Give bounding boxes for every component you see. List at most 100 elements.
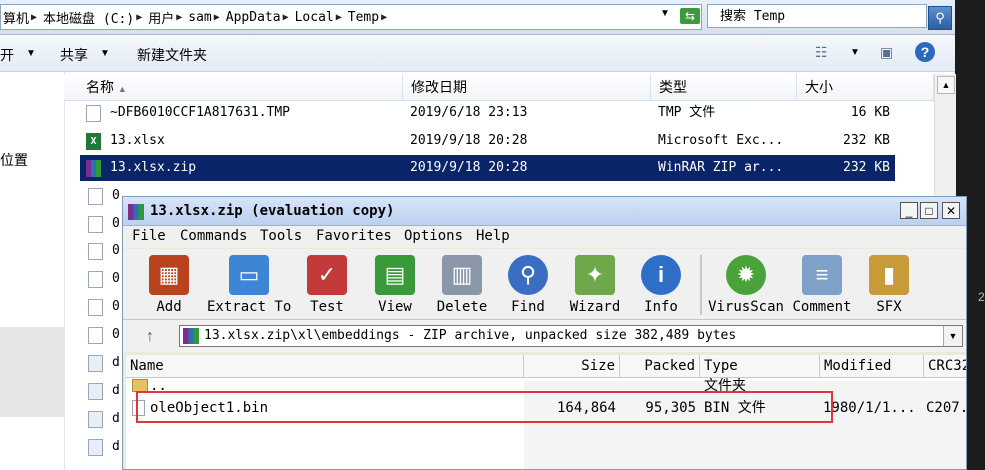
up-arrow-icon[interactable]: ↑: [135, 326, 165, 348]
chevron-right-icon[interactable]: ▶: [176, 12, 182, 23]
column-modified[interactable]: Modified: [820, 355, 924, 377]
delete-button[interactable]: ▥ Delete: [430, 253, 494, 317]
scroll-up-icon[interactable]: ▲: [937, 76, 955, 94]
document-icon: [88, 411, 103, 428]
winrar-icon: [86, 160, 101, 177]
file-icon: [88, 188, 103, 205]
file-row-zip[interactable]: 13.xlsx.zip 2019/9/18 20:28 WinRAR ZIP a…: [80, 155, 895, 181]
winrar-title-bar[interactable]: 13.xlsx.zip (evaluation copy) _ □ ✕: [123, 197, 966, 226]
search-icon[interactable]: ⚲: [928, 6, 952, 30]
command-bar: 开 ▼ 共享 ▼ 新建文件夹 ☷ ▼ ▣ ?: [0, 35, 955, 72]
extract-to-button[interactable]: ▭ Extract To: [207, 253, 291, 317]
document-icon: [88, 355, 103, 372]
toolbar: ▦ Add ▭ Extract To ✓ Test ▤ View ▥ Delet…: [123, 249, 966, 320]
nav-selected-item[interactable]: [0, 327, 64, 417]
menu-help[interactable]: Help: [476, 228, 510, 244]
winrar-icon: [183, 328, 199, 344]
virus-scan-icon: ✹: [726, 255, 766, 295]
view-book-icon: ▤: [375, 255, 415, 295]
chevron-right-icon[interactable]: ▶: [214, 12, 220, 23]
archive-path-field[interactable]: 13.xlsx.zip\xl\embeddings - ZIP archive,…: [179, 325, 963, 347]
excel-icon: X: [86, 133, 101, 150]
chevron-right-icon[interactable]: ▶: [31, 12, 37, 23]
column-type[interactable]: 类型: [651, 74, 797, 100]
file-icon: [88, 299, 103, 316]
path-bar: ↑ 13.xlsx.zip\xl\embeddings - ZIP archiv…: [123, 320, 966, 352]
breadcrumb-temp[interactable]: Temp: [348, 10, 379, 25]
file-row-xlsx[interactable]: X 13.xlsx 2019/9/18 20:28 Microsoft Exc.…: [80, 128, 895, 154]
wizard-wand-icon: ✦: [575, 255, 615, 295]
chevron-down-icon[interactable]: ▼: [943, 326, 962, 346]
file-icon: [88, 243, 103, 260]
chevron-right-icon[interactable]: ▶: [136, 12, 142, 23]
winrar-window: 13.xlsx.zip (evaluation copy) _ □ ✕ File…: [122, 196, 967, 470]
test-checklist-icon: ✓: [307, 255, 347, 295]
open-button[interactable]: 开: [0, 45, 14, 65]
column-type[interactable]: Type: [700, 355, 820, 377]
virusscan-button[interactable]: ✹ VirusScan: [708, 253, 784, 317]
archive-path-text: 13.xlsx.zip\xl\embeddings - ZIP archive,…: [204, 328, 737, 343]
breadcrumb-computer[interactable]: 算机: [3, 8, 29, 27]
search-input[interactable]: 搜索 Temp: [707, 4, 927, 28]
file-list-header: 名称 ▲ 修改日期 类型 大小: [64, 74, 934, 101]
maximize-button[interactable]: □: [920, 202, 938, 219]
menu-favorites[interactable]: Favorites: [316, 228, 392, 244]
nav-location-label[interactable]: 位置: [0, 150, 28, 170]
file-icon: [88, 327, 103, 344]
chevron-down-icon[interactable]: ▼: [100, 48, 110, 59]
column-name[interactable]: 名称 ▲: [78, 74, 403, 100]
menu-commands[interactable]: Commands: [180, 228, 247, 244]
breadcrumb-sam[interactable]: sam: [188, 10, 211, 25]
desktop-label: 2: [978, 290, 985, 304]
archive-file-list: Name Size Packed Type Modified CRC32 .. …: [126, 355, 966, 469]
column-size[interactable]: 大小: [797, 74, 934, 100]
file-icon: [88, 271, 103, 288]
document-icon: [88, 383, 103, 400]
file-icon: [88, 216, 103, 233]
breadcrumb-local-disk[interactable]: 本地磁盘 (C:): [43, 8, 134, 27]
minimize-button[interactable]: _: [900, 202, 918, 219]
add-button[interactable]: ▦ Add: [137, 253, 201, 317]
find-button[interactable]: ⚲ Find: [496, 253, 560, 317]
menu-tools[interactable]: Tools: [260, 228, 302, 244]
close-button[interactable]: ✕: [942, 202, 960, 219]
sort-up-icon: ▲: [117, 84, 127, 94]
chevron-down-icon[interactable]: ▼: [850, 47, 860, 58]
toolbar-separator: [700, 255, 702, 315]
delete-bin-icon: ▥: [442, 255, 482, 295]
view-button[interactable]: ▤ View: [363, 253, 427, 317]
new-folder-button[interactable]: 新建文件夹: [137, 45, 207, 65]
column-size[interactable]: Size: [524, 355, 620, 377]
breadcrumb[interactable]: 算机 ▶ 本地磁盘 (C:) ▶ 用户 ▶ sam ▶ AppData ▶ Local ▶ …: [0, 4, 702, 30]
view-details-icon[interactable]: ☷: [815, 44, 828, 61]
menu-file[interactable]: File: [132, 228, 166, 244]
extract-folder-icon: ▭: [229, 255, 269, 295]
breadcrumb-local[interactable]: Local: [295, 10, 334, 25]
column-name[interactable]: Name: [126, 355, 524, 377]
chevron-right-icon[interactable]: ▶: [336, 12, 342, 23]
breadcrumb-appdata[interactable]: AppData: [226, 10, 281, 25]
sfx-button[interactable]: ▮ SFX: [857, 253, 921, 317]
test-button[interactable]: ✓ Test: [295, 253, 359, 317]
chevron-right-icon[interactable]: ▶: [381, 12, 387, 23]
winrar-icon: [128, 204, 144, 220]
comment-button[interactable]: ≡ Comment: [789, 253, 855, 317]
menu-bar: File Commands Tools Favorites Options He…: [123, 226, 966, 248]
column-crc32[interactable]: CRC32: [924, 355, 966, 377]
chevron-right-icon[interactable]: ▶: [283, 12, 289, 23]
info-button[interactable]: i Info: [629, 253, 693, 317]
sfx-books-icon: ▮: [869, 255, 909, 295]
wizard-button[interactable]: ✦ Wizard: [563, 253, 627, 317]
share-button[interactable]: 共享: [60, 45, 88, 65]
refresh-icon[interactable]: ⇆: [680, 8, 700, 24]
column-packed[interactable]: Packed: [620, 355, 700, 377]
file-row-tmp[interactable]: ~DFB6010CCF1A817631.TMP 2019/6/18 23:13 …: [80, 100, 895, 126]
address-dropdown-icon[interactable]: ▼: [660, 8, 670, 19]
chevron-down-icon[interactable]: ▼: [26, 48, 36, 59]
menu-options[interactable]: Options: [404, 228, 463, 244]
preview-pane-icon[interactable]: ▣: [880, 44, 893, 61]
help-icon[interactable]: ?: [915, 42, 935, 62]
info-icon: i: [641, 255, 681, 295]
column-date[interactable]: 修改日期: [403, 74, 651, 100]
breadcrumb-users[interactable]: 用户: [148, 8, 174, 27]
